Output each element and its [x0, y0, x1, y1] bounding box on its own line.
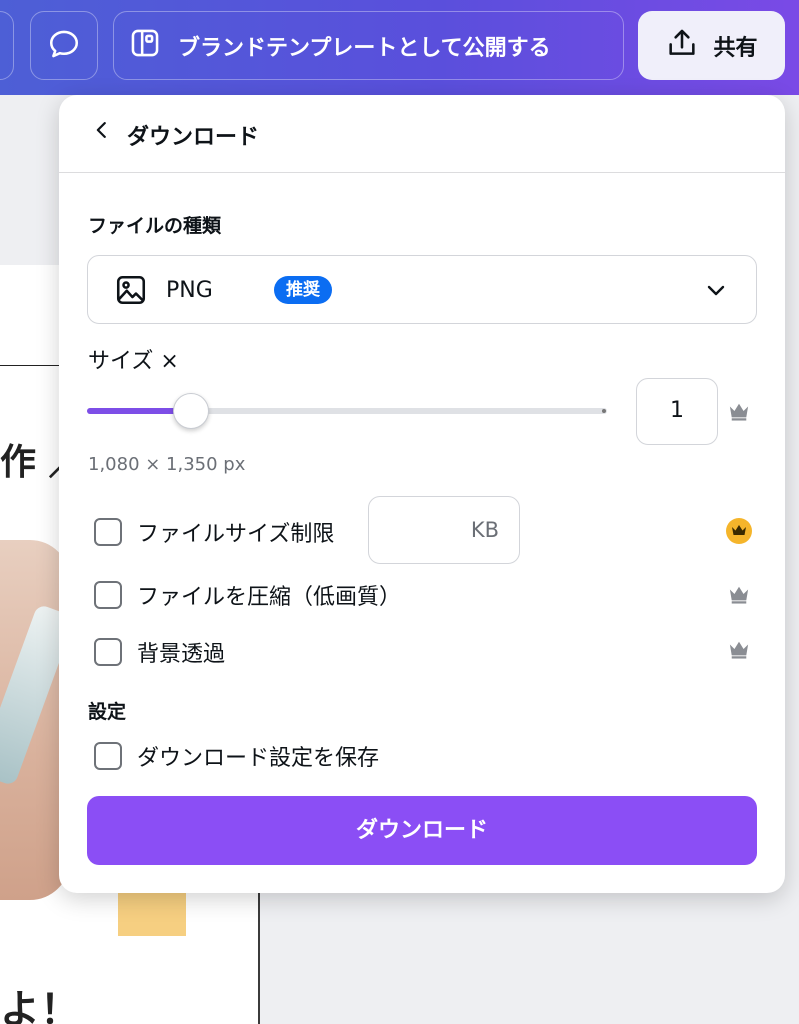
compress-file-label: ファイルを圧縮（低画質） [137, 585, 402, 610]
share-button[interactable]: 共有 [638, 11, 785, 80]
panel-title: ダウンロード [127, 125, 260, 150]
file-type-dropdown[interactable]: PNG 推奨 [87, 255, 757, 324]
file-type-label: ファイルの種類 [88, 215, 222, 237]
file-type-value: PNG [166, 278, 213, 303]
canvas-footer-text[interactable]: よ！ [0, 977, 80, 1024]
size-slider-track[interactable] [87, 408, 607, 414]
save-settings-label: ダウンロード設定を保存 [137, 746, 380, 771]
publish-brand-template-button[interactable]: ブランドテンプレートとして公開する [113, 11, 624, 80]
comment-icon [47, 27, 81, 65]
file-size-limit-label: ファイルサイズ制限 [137, 522, 335, 547]
size-slider-end-marker [602, 409, 606, 413]
option-transparent-background[interactable]: 背景透過 [94, 636, 225, 668]
editor-topbar: ブランドテンプレートとして公開する 共有 [0, 0, 799, 95]
file-size-limit-checkbox[interactable] [94, 518, 122, 546]
back-chevron-icon [91, 119, 113, 145]
option-compress-file[interactable]: ファイルを圧縮（低画質） [94, 579, 401, 611]
download-panel: ダウンロード ファイルの種類 PNG 推奨 サイズ × 1 1,080 × 1,… [59, 95, 785, 893]
crown-icon [728, 401, 750, 425]
recommended-badge: 推奨 [274, 276, 332, 304]
size-slider-handle[interactable] [173, 393, 209, 429]
file-size-limit-input[interactable]: KB [368, 496, 520, 564]
transparent-background-label: 背景透過 [137, 642, 226, 667]
back-button[interactable] [87, 117, 117, 147]
crown-icon [728, 639, 750, 663]
settings-section-label: 設定 [88, 701, 127, 723]
topbar-button-partial[interactable] [0, 11, 14, 80]
size-multiplier-input[interactable]: 1 [636, 378, 718, 445]
download-button[interactable]: ダウンロード [87, 796, 757, 865]
comment-button[interactable] [30, 11, 98, 80]
option-file-size-limit[interactable]: ファイルサイズ制限 [94, 516, 334, 548]
crown-icon [728, 584, 750, 608]
canvas-sticky-shape[interactable] [118, 890, 186, 936]
save-settings-checkbox[interactable] [94, 742, 122, 770]
brand-template-icon [128, 26, 162, 66]
crown-icon [725, 517, 753, 549]
image-icon [114, 273, 148, 311]
compress-file-checkbox[interactable] [94, 581, 122, 609]
share-icon [665, 26, 699, 66]
share-label: 共有 [713, 35, 758, 61]
output-dimensions: 1,080 × 1,350 px [88, 454, 246, 475]
transparent-background-checkbox[interactable] [94, 638, 122, 666]
panel-header: ダウンロード [59, 95, 785, 173]
publish-brand-template-label: ブランドテンプレートとして公開する [178, 35, 551, 61]
size-label: サイズ × [88, 349, 179, 374]
chevron-down-icon [704, 278, 728, 306]
option-save-download-settings[interactable]: ダウンロード設定を保存 [94, 740, 379, 772]
